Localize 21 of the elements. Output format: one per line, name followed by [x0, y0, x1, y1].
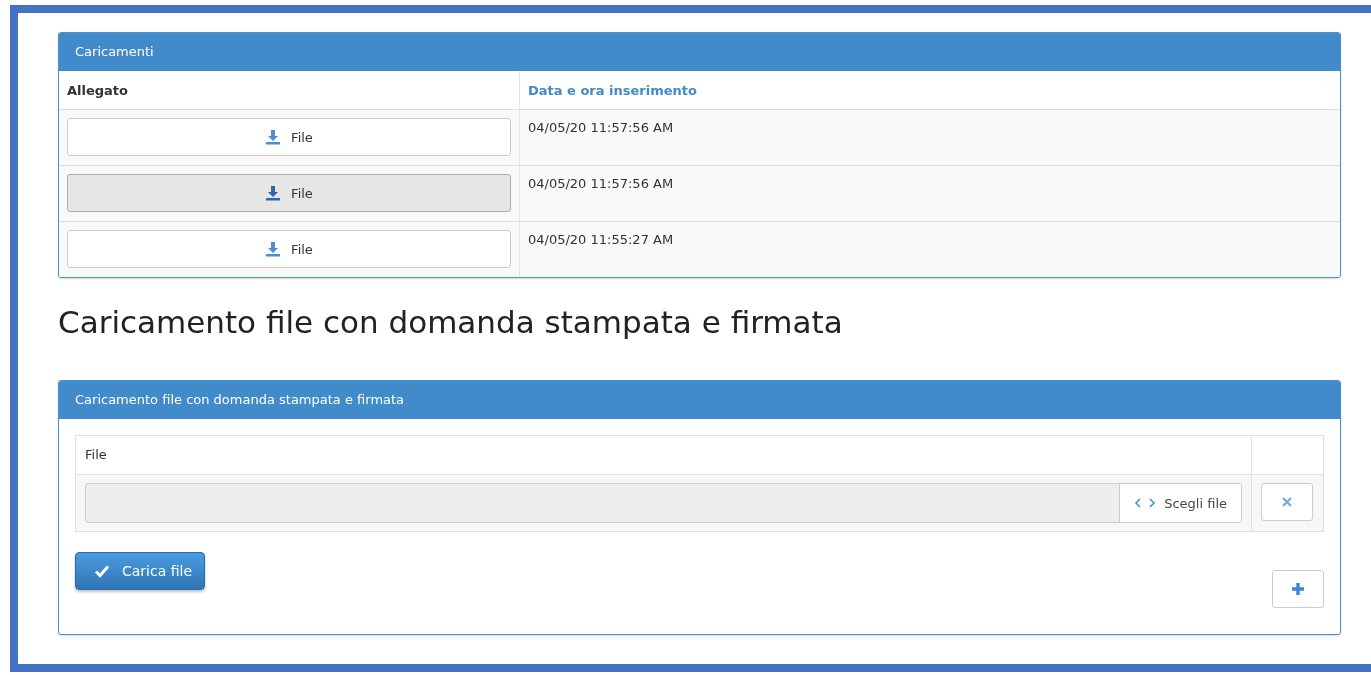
upload-button[interactable]: Carica file	[75, 552, 206, 590]
check-icon	[94, 563, 110, 579]
panel-title: Caricamento file con domanda stampata e firmata	[59, 381, 1340, 419]
plus-icon	[1291, 582, 1305, 596]
panel-title: Caricamenti	[59, 33, 1340, 71]
column-header-link[interactable]: Data e ora inserimento	[519, 71, 1340, 110]
close-icon	[1281, 496, 1293, 508]
download-button[interactable]: File	[67, 230, 511, 268]
download-button[interactable]: File	[67, 174, 511, 212]
download-icon	[265, 185, 282, 201]
add-button[interactable]	[1272, 570, 1324, 608]
page-heading: Caricamento file con domanda stampata e firmata	[58, 304, 844, 340]
download-icon	[265, 129, 282, 145]
table-cell: 04/05/20 11:57:56 AM	[519, 109, 1340, 166]
code-icon	[1134, 497, 1157, 509]
choose-file-button[interactable]: Scegli file	[1119, 484, 1241, 522]
download-button[interactable]: File	[67, 118, 511, 156]
file-input-field[interactable]: Scegli file	[85, 483, 1242, 523]
table-cell: 04/05/20 11:55:27 AM	[519, 221, 1340, 277]
download-icon	[265, 241, 282, 257]
table-cell: 04/05/20 11:57:56 AM	[519, 165, 1340, 222]
